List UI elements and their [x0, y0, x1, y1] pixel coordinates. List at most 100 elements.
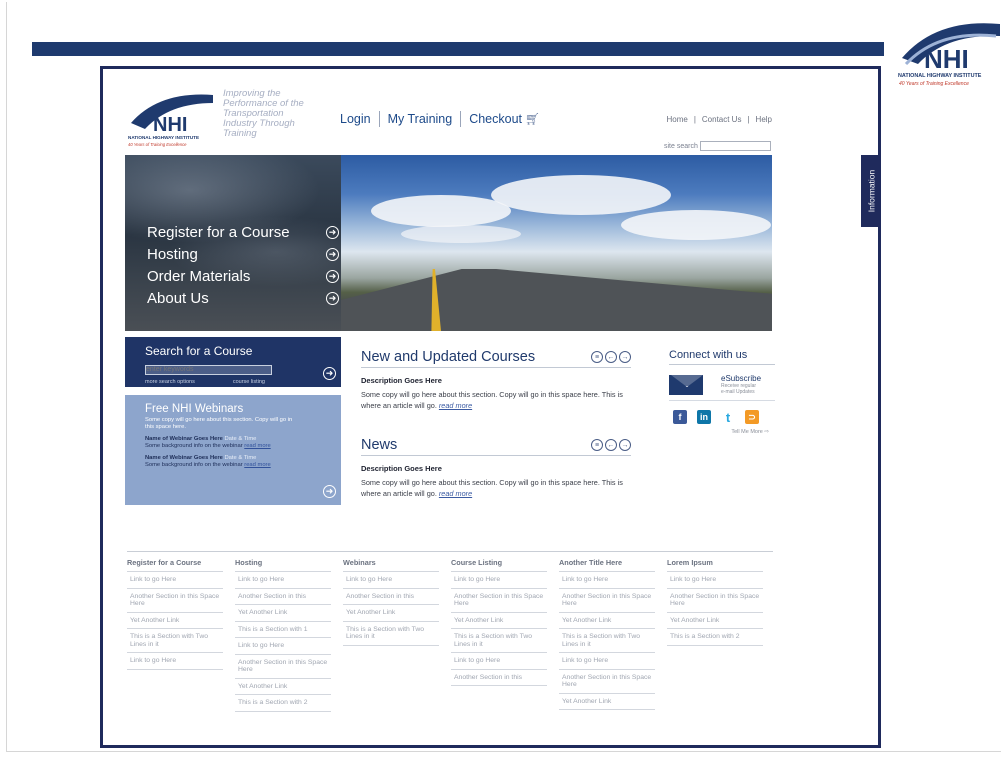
read-more-link[interactable]: read more [244, 443, 270, 449]
footer-link[interactable]: This is a Section with 1 [235, 622, 331, 638]
webinar-name[interactable]: Name of Webinar Goes Here [145, 455, 223, 461]
twitter-icon[interactable]: t [721, 410, 735, 425]
login-link[interactable]: Login [340, 112, 371, 126]
cart-icon: 🛒︎ [525, 112, 541, 126]
footer-link[interactable]: Link to go Here [451, 572, 547, 589]
arrow-right-icon: ➜ [326, 269, 339, 283]
footer-link[interactable]: Link to go Here [343, 572, 439, 589]
arrow-right-icon[interactable]: → [619, 351, 631, 363]
footer-link[interactable]: Link to go Here [235, 638, 331, 655]
svg-text:40 Years of Training Excellenc: 40 Years of Training Excellence [128, 142, 187, 147]
footer-link[interactable]: Another Section in this Space Here [451, 589, 547, 613]
hero-menu-hosting[interactable]: Hosting ➜ [147, 243, 339, 265]
more-search-options-link[interactable]: more search options [145, 379, 195, 385]
footer-link[interactable]: This is a Section with Two Lines in it [559, 629, 655, 653]
arrow-right-icon: ➜ [326, 247, 339, 261]
tell-me-more-label: Tell Me More [731, 429, 763, 435]
my-training-link[interactable]: My Training [388, 112, 453, 126]
contact-us-link[interactable]: Contact Us [702, 115, 742, 124]
arrow-left-icon[interactable]: ← [605, 351, 617, 363]
svg-text:NATIONAL HIGHWAY INSTITUTE: NATIONAL HIGHWAY INSTITUTE [898, 73, 982, 79]
information-tab[interactable]: Information [861, 155, 878, 227]
footer-link[interactable]: This is a Section with Two Lines in it [343, 622, 439, 646]
footer-link[interactable]: Link to go Here [451, 653, 547, 670]
footer-link[interactable]: Yet Another Link [127, 613, 223, 629]
tell-me-more-link[interactable]: Tell Me More ⇨ [669, 429, 775, 435]
course-search-input[interactable] [145, 364, 272, 375]
site-search-input[interactable] [699, 141, 771, 151]
footer-heading: Webinars [343, 558, 439, 572]
footer-link[interactable]: Yet Another Link [235, 605, 331, 622]
webinar-background: Some background info on the webinar [145, 443, 243, 449]
webinar-name[interactable]: Name of Webinar Goes Here [145, 436, 223, 442]
webinar-date: Date & Time [224, 436, 257, 442]
footer-link[interactable]: Yet Another Link [559, 613, 655, 629]
hero-menu-label: About Us [147, 289, 209, 307]
footer-link[interactable]: Another Section in this [235, 589, 331, 605]
arrow-left-icon[interactable]: ← [605, 439, 617, 451]
arrow-right-icon: ➜ [326, 291, 339, 305]
footer-link[interactable]: Yet Another Link [667, 613, 763, 629]
footer-link[interactable]: Yet Another Link [559, 694, 655, 710]
footer-heading: Course Listing [451, 558, 547, 572]
footer-link[interactable]: Link to go Here [127, 653, 223, 670]
footer-link[interactable]: Link to go Here [667, 572, 763, 589]
footer-link[interactable]: This is a Section with 2 [235, 695, 331, 712]
home-link[interactable]: Home [666, 115, 687, 124]
site-nhi-logo[interactable]: 40 NHI NATIONAL HIGHWAY INSTITUTE 40 Yea… [127, 89, 219, 153]
linkedin-icon[interactable]: in [697, 410, 711, 424]
courses-desc-title: Description Goes Here [361, 376, 442, 385]
connect-panel: Connect with us eSubscribe Receive regul… [669, 349, 775, 435]
news-section: News ≡ ← → Description Goes Here Some co… [361, 437, 631, 499]
esubscribe-block[interactable]: eSubscribe Receive regular e-mail Update… [669, 375, 775, 401]
all-icon[interactable]: ≡ [591, 439, 603, 451]
hero-menu-about-us[interactable]: About Us ➜ [147, 287, 339, 309]
footer-link[interactable]: Link to go Here [559, 653, 655, 670]
footer-link[interactable]: Another Section in this [451, 670, 547, 686]
information-tab-label: Information [866, 169, 876, 213]
webinars-go-button[interactable]: ➜ [323, 485, 336, 498]
courses-desc-body: Some copy will go here about this sectio… [361, 389, 623, 411]
util-divider: | [747, 115, 750, 124]
footer-link[interactable]: Another Section in this [343, 589, 439, 605]
footer-link[interactable]: Another Section in this Space Here [559, 670, 655, 694]
footer-link[interactable]: Link to go Here [235, 572, 331, 589]
footer-link[interactable]: Link to go Here [127, 572, 223, 589]
webinars-panel: Free NHI Webinars Some copy will go here… [125, 395, 341, 505]
footer-link[interactable]: This is a Section with Two Lines in it [127, 629, 223, 653]
facebook-icon[interactable]: f [673, 410, 687, 424]
footer-link[interactable]: Another Section in this Space Here [667, 589, 763, 613]
svg-text:40: 40 [201, 95, 213, 106]
site-tagline: Improving the Performance of the Transpo… [223, 88, 304, 139]
hero-menu-label: Hosting [147, 245, 198, 263]
courses-desc-text: Some copy will go here about this sectio… [361, 390, 623, 410]
footer-link[interactable]: This is a Section with 2 [667, 629, 763, 646]
help-link[interactable]: Help [756, 115, 772, 124]
footer-link[interactable]: This is a Section with Two Lines in it [451, 629, 547, 653]
all-icon[interactable]: ≡ [591, 351, 603, 363]
footer-column: Register for a Course Link to go Here An… [127, 558, 223, 712]
footer-link[interactable]: Link to go Here [559, 572, 655, 589]
read-more-link[interactable]: read more [244, 462, 270, 468]
footer-link[interactable]: Another Section in this Space Here [559, 589, 655, 613]
news-desc-title: Description Goes Here [361, 464, 442, 473]
read-more-link[interactable]: read more [439, 401, 472, 410]
esubscribe-title: eSubscribe [721, 374, 762, 383]
checkout-link[interactable]: Checkout 🛒︎ [469, 112, 540, 126]
footer-link[interactable]: Yet Another Link [451, 613, 547, 629]
search-go-button[interactable]: ➜ [323, 367, 336, 380]
hero-banner: Register for a Course ➜ Hosting ➜ Order Ma… [125, 155, 772, 331]
news-desc-body: Some copy will go here about this sectio… [361, 477, 623, 499]
footer-link[interactable]: Yet Another Link [235, 679, 331, 695]
footer-link[interactable]: Another Section in this Space Here [235, 655, 331, 679]
courses-section: New and Updated Courses ≡ ← → Descriptio… [361, 349, 631, 411]
hero-menu-register[interactable]: Register for a Course ➜ [147, 221, 339, 243]
rss-icon[interactable]: ⊃ [745, 410, 759, 424]
footer-link[interactable]: Yet Another Link [343, 605, 439, 622]
footer-link[interactable]: Another Section in this Space Here [127, 589, 223, 613]
read-more-link[interactable]: read more [439, 489, 472, 498]
course-listing-link[interactable]: course listing [233, 379, 265, 385]
checkout-label: Checkout [469, 112, 523, 126]
hero-menu-order-materials[interactable]: Order Materials ➜ [147, 265, 339, 287]
arrow-right-icon[interactable]: → [619, 439, 631, 451]
